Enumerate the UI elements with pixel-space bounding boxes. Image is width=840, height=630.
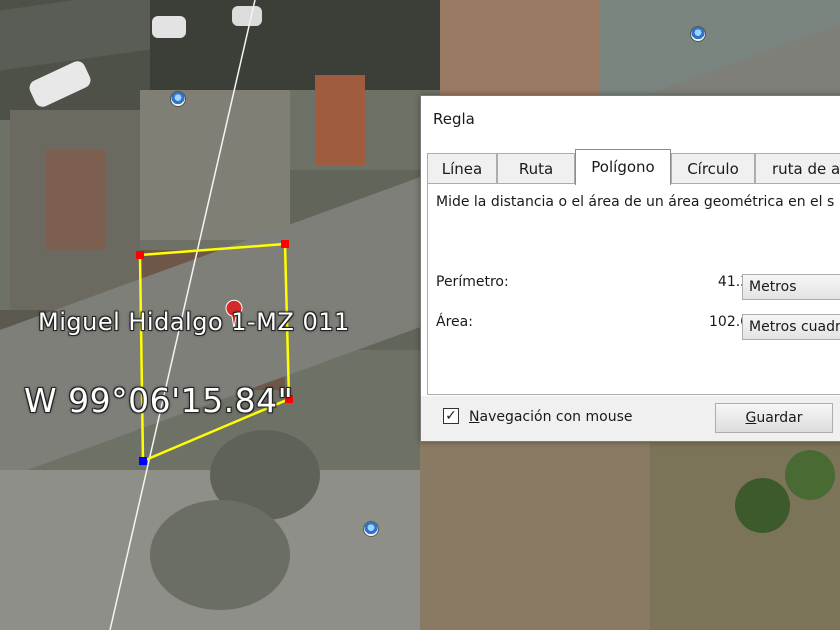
polygon-vertex-active[interactable]: [139, 457, 147, 465]
mouse-navigation-checkbox[interactable]: ✓: [443, 408, 459, 424]
tab-ruta-de-a[interactable]: ruta de a: [755, 153, 840, 183]
ruler-dialog: Regla Línea Ruta Polígono Círculo ruta d…: [420, 95, 840, 442]
polygon-vertex[interactable]: [281, 240, 289, 248]
tab-bar: Línea Ruta Polígono Círculo ruta de a: [427, 149, 840, 185]
perimeter-label: Perímetro:: [436, 274, 509, 290]
dialog-footer: ✓ Navegación con mouse Guardar: [421, 396, 840, 441]
polygon-vertex[interactable]: [136, 251, 144, 259]
area-unit-select[interactable]: Metros cuadr: [742, 314, 840, 340]
place-label[interactable]: Miguel Hidalgo 1-MZ 011: [38, 308, 350, 336]
mouse-navigation-label[interactable]: Navegación con mouse: [469, 409, 632, 425]
tab-circulo[interactable]: Círculo: [671, 153, 755, 184]
tab-poligono[interactable]: Polígono: [575, 149, 671, 185]
mnemonic-n: N: [469, 409, 480, 425]
mnemonic-g: G: [745, 410, 757, 426]
measured-polygon[interactable]: [138, 242, 291, 463]
tab-linea[interactable]: Línea: [427, 153, 497, 184]
info-pin-icon[interactable]: [691, 27, 705, 41]
info-pin-icon[interactable]: [364, 522, 378, 536]
panel-description: Mide la distancia o el área de un área g…: [436, 194, 835, 210]
mouse-navigation-text: avegación con mouse: [479, 409, 633, 425]
info-pin-icon[interactable]: [171, 92, 185, 106]
coordinate-label: W 99°06'15.84": [24, 381, 294, 420]
dialog-title: Regla: [433, 110, 475, 128]
perimeter-unit-select[interactable]: Metros: [742, 274, 840, 300]
save-button-text: uardar: [756, 410, 803, 426]
polygon-panel: Mide la distancia o el área de un área g…: [427, 183, 840, 395]
save-button[interactable]: Guardar: [715, 403, 833, 433]
area-label: Área:: [436, 314, 473, 330]
tab-ruta[interactable]: Ruta: [497, 153, 575, 184]
